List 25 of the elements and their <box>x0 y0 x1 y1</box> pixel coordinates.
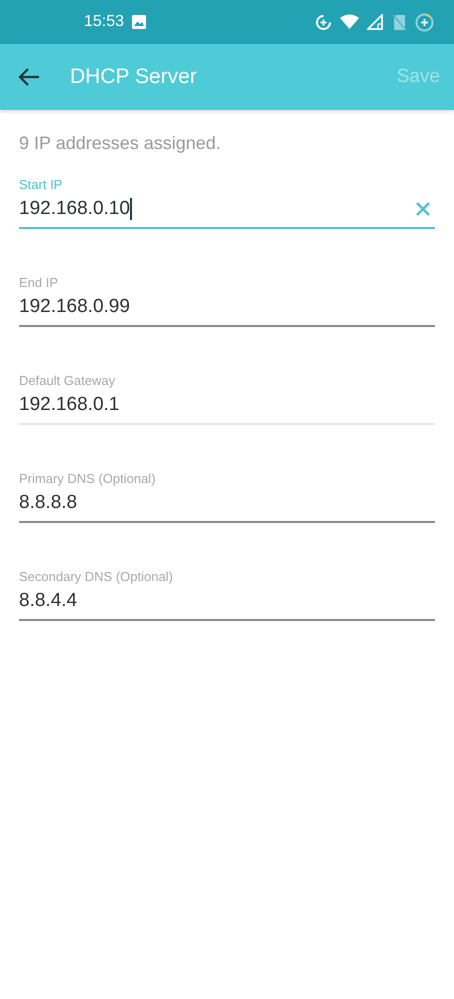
field-label: Secondary DNS (Optional) <box>19 568 174 586</box>
data-saver-icon <box>315 14 332 30</box>
field-label: Default Gateway <box>19 372 116 390</box>
battery-icon <box>415 12 434 32</box>
input-field[interactable]: Secondary DNS (Optional) 8.8.4.4 <box>19 567 435 621</box>
image-icon <box>132 15 146 29</box>
field-label: End IP <box>19 274 60 292</box>
field-value: 192.168.0.99 <box>19 294 130 318</box>
wifi-icon <box>340 14 359 30</box>
status-time: 15:53 <box>84 12 124 32</box>
summary-text: 9 IP addresses assigned. <box>19 132 222 155</box>
page-title: DHCP Server <box>70 64 197 90</box>
field-label: Primary DNS (Optional) <box>19 470 157 488</box>
signal-icon <box>367 14 384 30</box>
input-field[interactable]: End IP 192.168.0.99 <box>19 273 435 327</box>
input-field[interactable]: Start IP 192.168.0.10 <box>19 175 435 229</box>
field-value: 8.8.8.8 <box>19 490 78 514</box>
no-sim-icon <box>392 14 407 30</box>
back-arrow-icon[interactable] <box>18 68 40 86</box>
field-label: Start IP <box>19 176 64 194</box>
field-value: 192.168.0.10 <box>19 196 130 220</box>
field-value: 8.8.4.4 <box>19 588 78 612</box>
input-field[interactable]: Primary DNS (Optional) 8.8.8.8 <box>19 469 435 523</box>
field-value: 192.168.0.1 <box>19 392 120 416</box>
text-cursor <box>130 198 132 220</box>
